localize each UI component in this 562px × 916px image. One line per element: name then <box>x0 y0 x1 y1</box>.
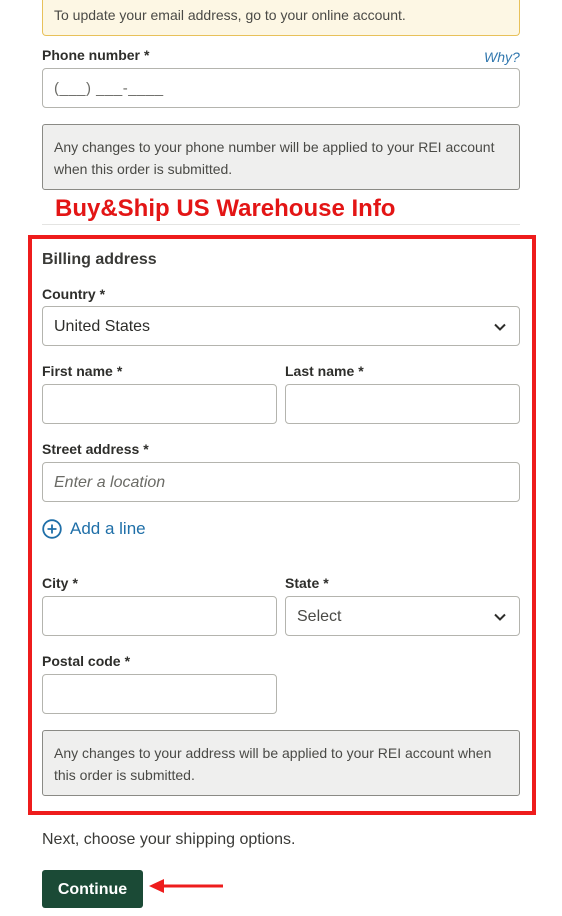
chevron-down-icon <box>494 323 506 331</box>
plus-circle-icon <box>42 519 62 539</box>
phone-mask: (___) ___-____ <box>54 80 164 97</box>
add-line-label: Add a line <box>70 519 146 538</box>
state-select[interactable]: Select <box>285 596 520 636</box>
next-step-text: Next, choose your shipping options. <box>42 831 296 848</box>
state-label: State * <box>285 575 329 591</box>
phone-number-input[interactable]: (___) ___-____ <box>42 68 520 108</box>
country-label: Country * <box>42 286 106 302</box>
why-link[interactable]: Why? <box>484 49 520 65</box>
city-input[interactable] <box>42 596 277 636</box>
city-label: City * <box>42 575 78 591</box>
chevron-down-icon <box>494 613 506 621</box>
street-address-input[interactable]: Enter a location <box>42 462 520 502</box>
address-change-note: Any changes to your address will be appl… <box>42 730 520 796</box>
postal-code-label: Postal code * <box>42 653 131 669</box>
annotation-arrow-icon <box>149 879 223 893</box>
last-name-input[interactable] <box>285 384 520 424</box>
first-name-input[interactable] <box>42 384 277 424</box>
last-name-label: Last name * <box>285 363 364 379</box>
first-name-label: First name * <box>42 363 123 379</box>
phone-number-label: Phone number * <box>42 47 150 63</box>
country-select[interactable]: United States <box>42 306 520 346</box>
divider <box>42 224 520 225</box>
billing-address-heading: Billing address <box>42 251 157 268</box>
add-line-button[interactable]: Add a line <box>42 519 146 539</box>
continue-button[interactable]: Continue <box>42 870 143 908</box>
street-address-label: Street address * <box>42 441 149 457</box>
phone-change-note: Any changes to your phone number will be… <box>42 124 520 190</box>
postal-code-input[interactable] <box>42 674 277 714</box>
annotation-title: Buy&Ship US Warehouse Info <box>55 195 396 222</box>
email-update-notice: To update your email address, go to your… <box>42 0 520 36</box>
email-update-notice-text: To update your email address, go to your… <box>54 7 406 23</box>
